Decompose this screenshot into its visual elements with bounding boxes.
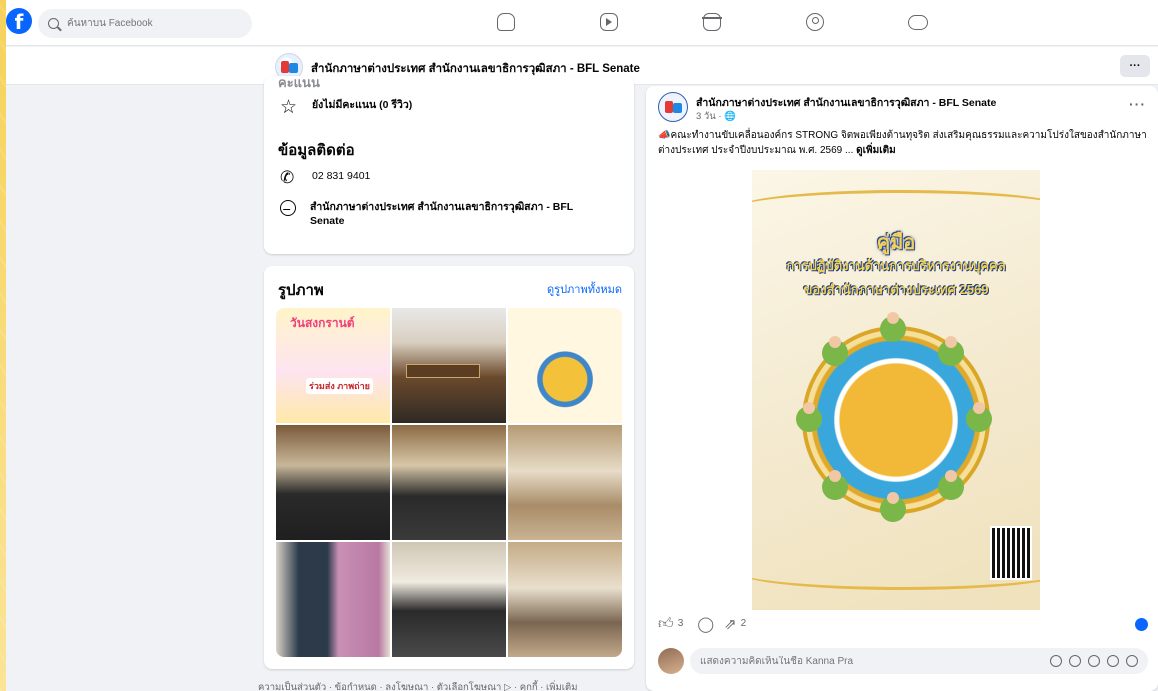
building-sign: [406, 364, 480, 378]
facebook-window: f สำนักภาษาต่างประเทศ สำนักงานเลขาธิการว…: [6, 0, 1158, 691]
post-author-name[interactable]: สำนักภาษาต่างประเทศ สำนักงานเลขาธิการวุฒ…: [696, 94, 996, 111]
photo-tile[interactable]: [392, 425, 506, 540]
person-figure: [822, 470, 848, 500]
emoji-icon[interactable]: [1069, 655, 1081, 667]
person-figure: [966, 402, 992, 432]
facebook-logo-icon[interactable]: f: [6, 8, 32, 34]
photo-caption: วันสงกรานต์: [290, 316, 355, 330]
reaction-bar: 👍︎ 3 ◯ ⇗ 2: [658, 614, 760, 633]
person-figure: [880, 492, 906, 522]
messenger-icon: [280, 200, 296, 216]
phone-icon: ✆: [280, 168, 295, 188]
photos-title: รูปภาพ: [278, 282, 324, 299]
more-options-button[interactable]: ···: [1120, 55, 1150, 77]
footer-links[interactable]: ความเป็นส่วนตัว · ข้อกำหนด · ลงโฆษณา · ต…: [258, 680, 577, 691]
rating-text: ยังไม่มีคะแนน (0 รีวิว): [312, 99, 413, 111]
groups-icon[interactable]: [806, 13, 824, 31]
gold-wave: [752, 190, 1040, 230]
image-title: คู่มือ: [876, 232, 916, 254]
comment-row: [658, 646, 1148, 676]
post-timestamp[interactable]: 3 วัน · 🌐: [696, 109, 736, 124]
phone-row: ✆ 02 831 9401: [280, 169, 370, 187]
see-all-photos-link[interactable]: ดูรูปภาพทั้งหมด: [547, 280, 622, 298]
photo-tile[interactable]: [508, 425, 622, 540]
photo-caption: ร่วมส่ง ภาพถ่าย: [306, 378, 373, 394]
marketplace-icon[interactable]: [702, 13, 722, 31]
photo-tile[interactable]: [508, 542, 622, 657]
photo-grid: วันสงกรานต์ ร่วมส่ง ภาพถ่าย: [276, 308, 622, 657]
messenger-link[interactable]: สำนักภาษาต่างประเทศ สำนักงานเลขาธิการวุฒ…: [310, 200, 610, 228]
person-figure: [796, 402, 822, 432]
share-icon[interactable]: ⇗: [724, 615, 737, 633]
rating-row: ☆ ยังไม่มีคะแนน (0 รีวิว): [280, 96, 413, 118]
comment-icon[interactable]: ◯: [697, 615, 714, 633]
video-icon[interactable]: [600, 13, 618, 31]
post-card: สำนักภาษาต่างประเทศ สำนักงานเลขาธิการวุฒ…: [646, 86, 1158, 691]
search-input[interactable]: [67, 18, 237, 29]
photo-tile[interactable]: [508, 308, 622, 423]
camera-icon[interactable]: [1088, 655, 1100, 667]
see-more-link[interactable]: ดูเพิ่มเติม: [856, 145, 896, 156]
qr-code: [990, 526, 1032, 580]
photo-tile[interactable]: วันสงกรานต์ ร่วมส่ง ภาพถ่าย: [276, 308, 390, 423]
post-author-avatar[interactable]: [658, 92, 688, 122]
contact-title: ข้อมูลติดต่อ: [278, 142, 355, 159]
person-figure: [822, 336, 848, 366]
left-column: คะแนน ☆ ยังไม่มีคะแนน (0 รีวิว) ข้อมูลติ…: [258, 75, 634, 691]
gaming-icon[interactable]: [908, 15, 928, 30]
like-badge-icon: [1135, 618, 1148, 631]
like-count: 3: [677, 618, 684, 629]
photo-tile[interactable]: [276, 542, 390, 657]
photo-tile[interactable]: [276, 425, 390, 540]
home-icon[interactable]: [497, 13, 515, 31]
top-navigation: f: [6, 0, 1158, 46]
post-options-icon[interactable]: ···: [1129, 96, 1146, 112]
info-card: คะแนน ☆ ยังไม่มีคะแนน (0 รีวิว) ข้อมูลติ…: [264, 75, 634, 254]
avatar-sticker-icon[interactable]: [1050, 655, 1062, 667]
search-box[interactable]: [38, 9, 252, 38]
share-count: 2: [740, 618, 747, 629]
photos-card: รูปภาพ ดูรูปภาพทั้งหมด วันสงกรานต์ ร่วมส…: [264, 266, 634, 669]
comment-input[interactable]: [700, 655, 1043, 667]
photo-tile[interactable]: [392, 308, 506, 423]
person-figure: [938, 336, 964, 366]
post-image[interactable]: คู่มือ การปฏิบัติงานด้านการบริหารงานบุคค…: [752, 170, 1040, 610]
messenger-row: สำนักภาษาต่างประเทศ สำนักงานเลขาธิการวุฒ…: [280, 200, 610, 228]
person-figure: [938, 470, 964, 500]
post-text: 📣คณะทำงานขับเคลื่อนองค์กร STRONG จิตพอเพ…: [658, 128, 1150, 158]
person-figure: [880, 312, 906, 342]
post-body: 📣คณะทำงานขับเคลื่อนองค์กร STRONG จิตพอเพ…: [658, 130, 1147, 156]
photo-tile[interactable]: [392, 542, 506, 657]
image-subtitle: การปฏิบัติงานด้านการบริหารงานบุคคล: [786, 258, 1006, 273]
clipped-heading: คะแนน: [278, 75, 320, 90]
phone-number[interactable]: 02 831 9401: [312, 169, 370, 183]
star-icon: ☆: [280, 96, 298, 118]
like-icon[interactable]: 👍︎: [658, 614, 674, 633]
sticker-icon[interactable]: [1126, 655, 1138, 667]
image-subtitle: ของสำนักภาษาต่างประเทศ 2569: [803, 282, 989, 297]
comment-box[interactable]: [690, 648, 1148, 674]
user-avatar[interactable]: [658, 648, 684, 674]
gif-icon[interactable]: [1107, 655, 1119, 667]
search-icon: [48, 18, 59, 29]
